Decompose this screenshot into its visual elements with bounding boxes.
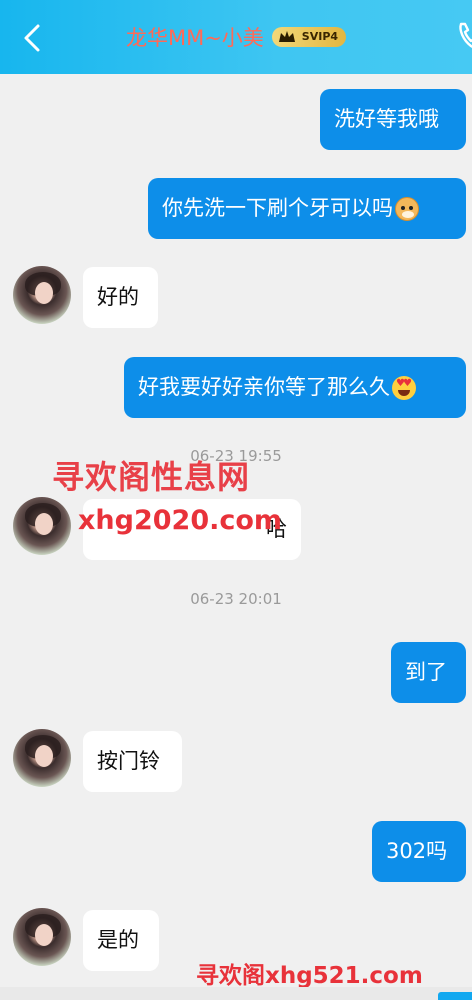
message-outgoing[interactable]: 到了: [391, 642, 466, 703]
message-text: 好的: [97, 284, 139, 309]
watermark-footer: 寻欢阁xhg521.com: [196, 963, 423, 989]
message-incoming[interactable]: 是的: [83, 910, 159, 971]
contact-avatar[interactable]: [13, 729, 71, 787]
contact-avatar[interactable]: [13, 266, 71, 324]
vip-badge-label: SVIP4: [301, 30, 339, 43]
message-text: 你先洗一下刷个牙可以吗: [162, 195, 393, 220]
message-outgoing[interactable]: 好我要好好亲你等了那么久: [124, 357, 466, 418]
hamster-emoji-icon: [395, 196, 419, 221]
message-outgoing[interactable]: 洗好等我哦: [320, 89, 466, 150]
message-text: 好我要好好亲你等了那么久: [138, 374, 390, 399]
message-text: 按门铃: [97, 748, 160, 773]
vip-crown-icon: [278, 31, 295, 42]
contact-avatar[interactable]: [13, 497, 71, 555]
vip-badge: SVIP4: [271, 27, 347, 47]
message-incoming[interactable]: 好的: [83, 267, 158, 328]
contact-avatar[interactable]: [13, 908, 71, 966]
phone-icon[interactable]: [455, 18, 472, 54]
watermark-site-name: 寻欢阁性息网: [52, 458, 251, 496]
chat-header: 龙华MM~小美 SVIP4: [0, 0, 472, 74]
message-outgoing[interactable]: 你先洗一下刷个牙可以吗: [148, 178, 466, 239]
message-text: 302吗: [386, 838, 448, 863]
message-outgoing[interactable]: 302吗: [372, 821, 466, 882]
message-timestamp: 06-23 20:01: [190, 590, 282, 608]
heart-eyes-emoji-icon: [392, 375, 416, 400]
watermark-url: xhg2020.com: [78, 505, 283, 536]
title-area: 龙华MM~小美 SVIP4: [0, 22, 472, 56]
message-text: 洗好等我哦: [334, 106, 439, 131]
message-incoming[interactable]: 按门铃: [83, 731, 182, 792]
chat-title[interactable]: 龙华MM~小美: [126, 22, 264, 52]
message-text: 到了: [405, 659, 447, 684]
input-bar-edge: [0, 987, 472, 1000]
send-button-edge[interactable]: [438, 992, 472, 1000]
message-text: 是的: [97, 927, 139, 952]
